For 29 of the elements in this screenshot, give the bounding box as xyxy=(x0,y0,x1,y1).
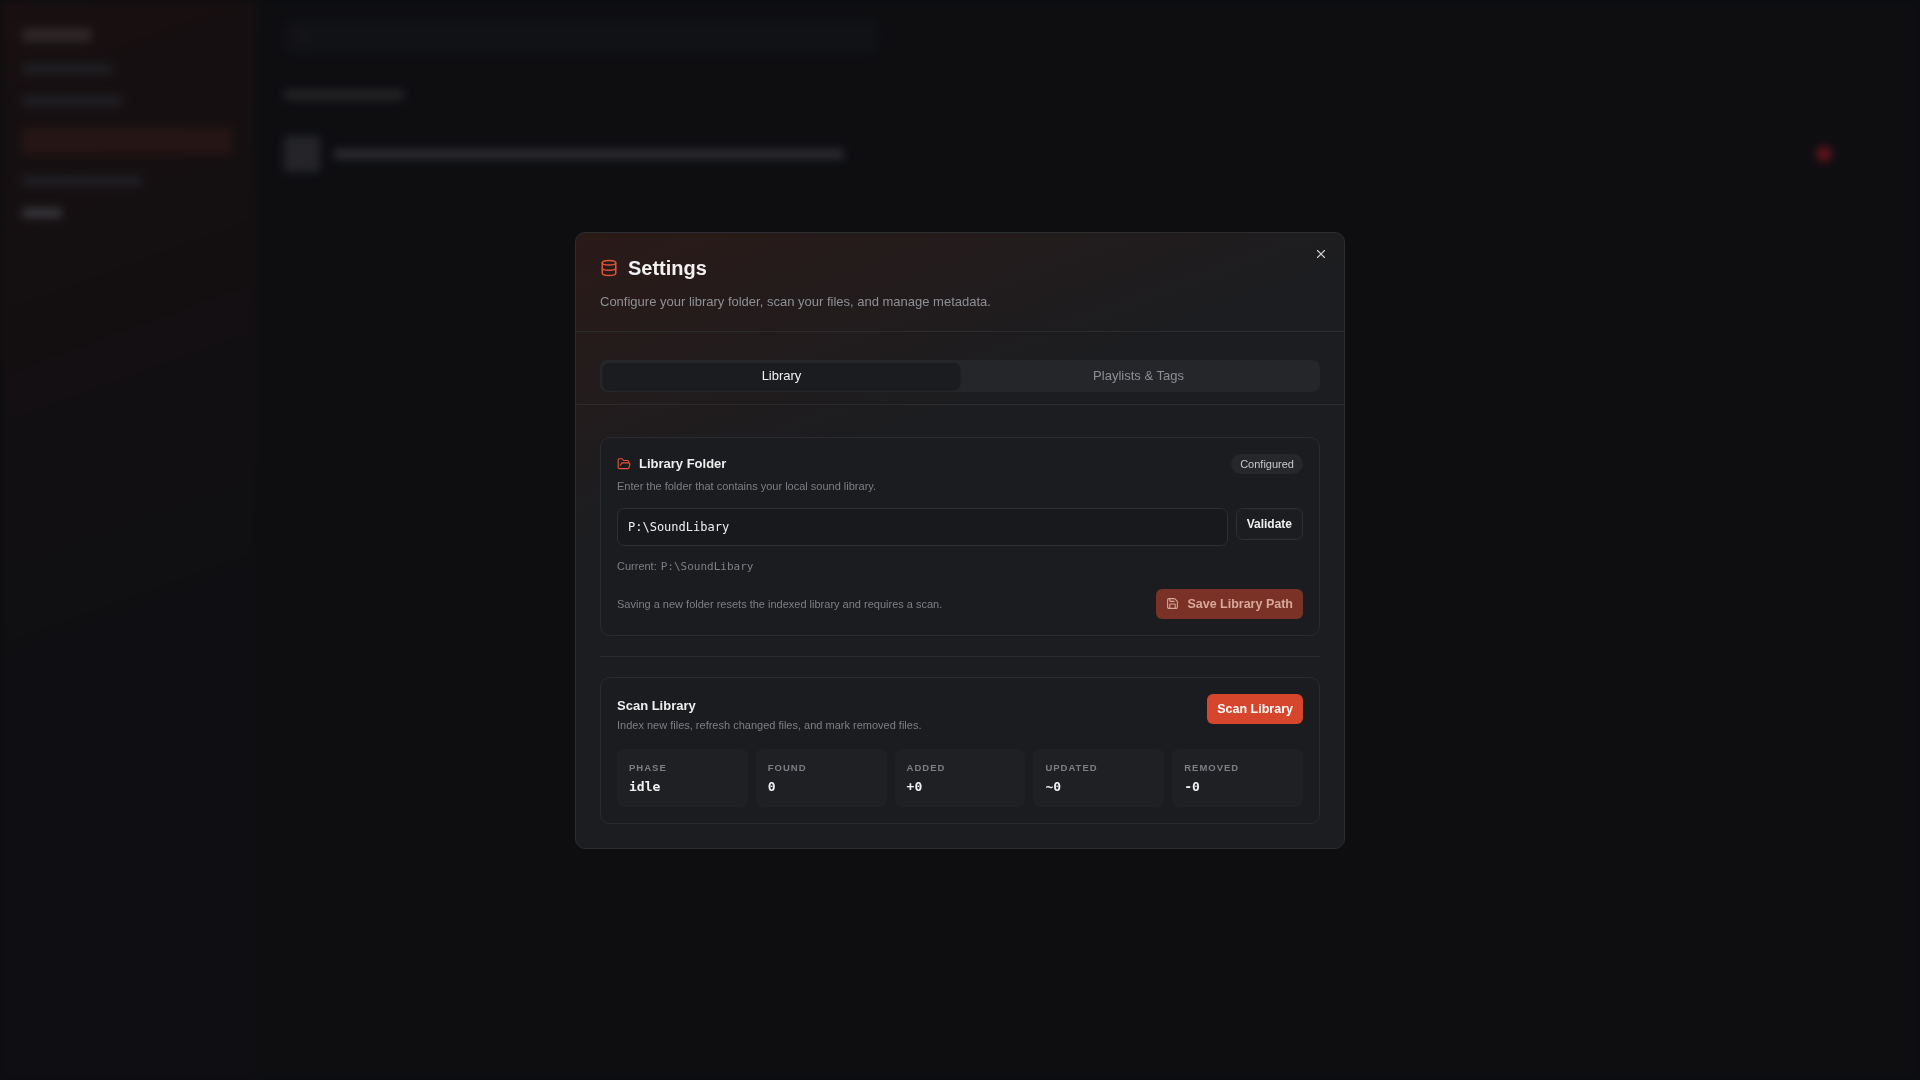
stat-label: UPDATED xyxy=(1045,761,1099,773)
path-field[interactable]: P:\SoundLibary xyxy=(617,507,1228,546)
scan-library-button[interactable]: Scan Library xyxy=(1207,693,1303,724)
tab[interactable]: Library xyxy=(603,362,960,389)
stat-value: +0 xyxy=(906,778,924,794)
stat-label: PHASE xyxy=(629,761,668,773)
status-badge: Configured xyxy=(1231,453,1303,474)
stat-label: REMOVED xyxy=(1184,761,1241,773)
stat-value: 0 xyxy=(767,778,777,794)
stat-label: ADDED xyxy=(906,761,947,773)
folder-icon xyxy=(617,456,631,471)
dialog-title: Settings xyxy=(628,256,707,280)
stat-label: FOUND xyxy=(767,761,808,773)
stat-value: ~0 xyxy=(1045,778,1063,794)
stat-value: -0 xyxy=(1184,778,1201,794)
card-title: Library Folder xyxy=(639,456,727,471)
database-icon xyxy=(600,259,618,277)
tab[interactable]: Playlists & Tags xyxy=(960,362,1317,389)
status-dot xyxy=(1816,146,1832,162)
card-description: Index new files, refresh changed files, and mark removed files. xyxy=(617,718,922,731)
dialog-subtitle: Configure your library folder, scan your files, and manage metadata. xyxy=(600,293,992,309)
current-path: P:\SoundLibary xyxy=(660,559,754,573)
validate-button[interactable]: Validate xyxy=(1235,507,1303,540)
current-label: Current: xyxy=(617,560,657,572)
save-note: Saving a new folder resets the indexed library and requires a scan. xyxy=(617,597,943,610)
stat-value: idle xyxy=(629,778,662,794)
card-title: Scan Library xyxy=(617,697,697,713)
card-description: Enter the folder that contains your local sound library. xyxy=(617,479,878,492)
save-icon xyxy=(1166,597,1180,610)
